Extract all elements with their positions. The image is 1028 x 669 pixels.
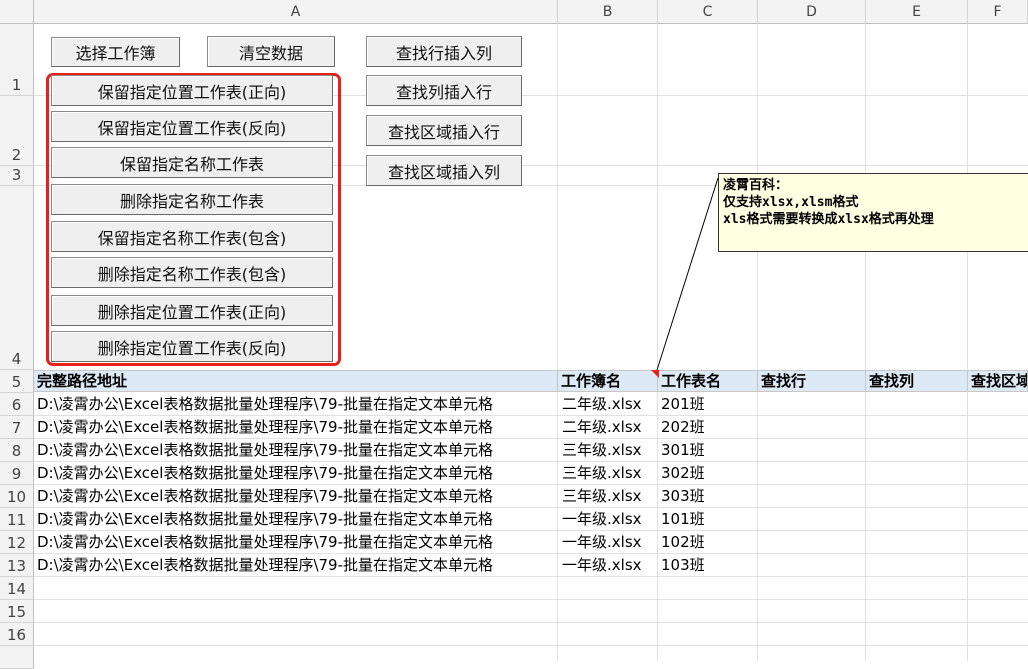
header-sheet-name[interactable]: 工作表名 [658,370,758,392]
column-header-b[interactable]: B [558,0,658,24]
delete-named-sheets-button[interactable]: 删除指定名称工作表 [51,184,333,215]
row-header-8[interactable]: 8 [0,439,34,462]
row-header-14[interactable]: 14 [0,577,34,600]
cell-path[interactable]: D:\凌霄办公\Excel表格数据批量处理程序\79-批量在指定文本单元格 [34,393,558,416]
header-find-row[interactable]: 查找行 [758,370,866,392]
gridline [34,599,1028,600]
cell-comment-note[interactable]: 凌霄百科： 仅支持xlsx,xlsm格式 xls格式需要转换成xlsx格式再处理 [718,173,1028,252]
column-header-f[interactable]: F [968,0,1028,24]
header-workbook-name[interactable]: 工作簿名 [558,370,658,392]
row-header-13[interactable]: 13 [0,554,34,577]
select-workbook-button[interactable]: 选择工作簿 [51,37,180,67]
cell-path[interactable]: D:\凌霄办公\Excel表格数据批量处理程序\79-批量在指定文本单元格 [34,554,558,577]
cell-sheet[interactable]: 103班 [658,554,758,577]
cell-path[interactable]: D:\凌霄办公\Excel表格数据批量处理程序\79-批量在指定文本单元格 [34,485,558,508]
keep-named-sheets-contains-button[interactable]: 保留指定名称工作表(包含) [51,221,333,252]
comment-line-1: 凌霄百科： [723,178,789,193]
delete-named-sheets-contains-button[interactable]: 删除指定名称工作表(包含) [51,257,333,288]
gridline [967,24,968,661]
cell-sheet[interactable]: 101班 [658,508,758,531]
gridline [865,24,866,661]
row-header-9[interactable]: 9 [0,462,34,485]
cell-workbook[interactable]: 二年级.xlsx [558,416,658,439]
row-header-17[interactable] [0,646,34,669]
row-header-4[interactable]: 4 [0,186,34,370]
gridline [34,645,1028,646]
delete-position-sheets-reverse-button[interactable]: 删除指定位置工作表(反向) [51,331,333,362]
cell-sheet[interactable]: 302班 [658,462,758,485]
header-full-path[interactable]: 完整路径地址 [34,370,558,392]
keep-position-sheets-forward-button[interactable]: 保留指定位置工作表(正向) [51,75,333,106]
find-area-insert-col-button[interactable]: 查找区域插入列 [366,155,522,186]
row-header-16[interactable]: 16 [0,623,34,646]
keep-named-sheets-button[interactable]: 保留指定名称工作表 [51,147,333,178]
column-header-c[interactable]: C [658,0,758,24]
cell-workbook[interactable]: 三年级.xlsx [558,485,658,508]
cell-workbook[interactable]: 三年级.xlsx [558,462,658,485]
keep-position-sheets-reverse-button[interactable]: 保留指定位置工作表(反向) [51,111,333,142]
row-header-10[interactable]: 10 [0,485,34,508]
row-header-7[interactable]: 7 [0,416,34,439]
row-header-6[interactable]: 6 [0,393,34,416]
cell-sheet[interactable]: 201班 [658,393,758,416]
comment-line-3: xls格式需要转换成xlsx格式再处理 [723,212,934,227]
comment-line-2: 仅支持xlsx,xlsm格式 [723,195,859,210]
row-header-11[interactable]: 11 [0,508,34,531]
cell-sheet[interactable]: 303班 [658,485,758,508]
cell-workbook[interactable]: 三年级.xlsx [558,439,658,462]
cell-workbook[interactable]: 一年级.xlsx [558,531,658,554]
column-header-a[interactable]: A [34,0,558,24]
header-find-area[interactable]: 查找区域 [968,370,1028,392]
cell-workbook[interactable]: 一年级.xlsx [558,508,658,531]
header-find-col[interactable]: 查找列 [866,370,968,392]
cell-path[interactable]: D:\凌霄办公\Excel表格数据批量处理程序\79-批量在指定文本单元格 [34,416,558,439]
cell-path[interactable]: D:\凌霄办公\Excel表格数据批量处理程序\79-批量在指定文本单元格 [34,462,558,485]
find-col-insert-row-button[interactable]: 查找列插入行 [366,75,522,106]
find-area-insert-row-button[interactable]: 查找区域插入行 [366,115,522,146]
clear-data-button[interactable]: 清空数据 [207,36,335,67]
gridline [34,622,1028,623]
row-header-1[interactable]: 1 [0,24,34,96]
find-row-insert-col-button[interactable]: 查找行插入列 [366,36,522,67]
comment-indicator-icon[interactable] [651,370,659,378]
column-header-d[interactable]: D [758,0,866,24]
delete-position-sheets-forward-button[interactable]: 删除指定位置工作表(正向) [51,295,333,326]
cell-sheet[interactable]: 202班 [658,416,758,439]
row-header-3[interactable]: 3 [0,166,34,186]
row-header-15[interactable]: 15 [0,600,34,623]
row-header-12[interactable]: 12 [0,531,34,554]
cell-path[interactable]: D:\凌霄办公\Excel表格数据批量处理程序\79-批量在指定文本单元格 [34,531,558,554]
row-header-2[interactable]: 2 [0,96,34,166]
cell-path[interactable]: D:\凌霄办公\Excel表格数据批量处理程序\79-批量在指定文本单元格 [34,508,558,531]
cell-sheet[interactable]: 301班 [658,439,758,462]
select-all-corner[interactable] [0,0,34,24]
cell-sheet[interactable]: 102班 [658,531,758,554]
row-header-5[interactable]: 5 [0,370,34,393]
cell-workbook[interactable]: 一年级.xlsx [558,554,658,577]
cell-path[interactable]: D:\凌霄办公\Excel表格数据批量处理程序\79-批量在指定文本单元格 [34,439,558,462]
column-header-e[interactable]: E [866,0,968,24]
cell-workbook[interactable]: 二年级.xlsx [558,393,658,416]
